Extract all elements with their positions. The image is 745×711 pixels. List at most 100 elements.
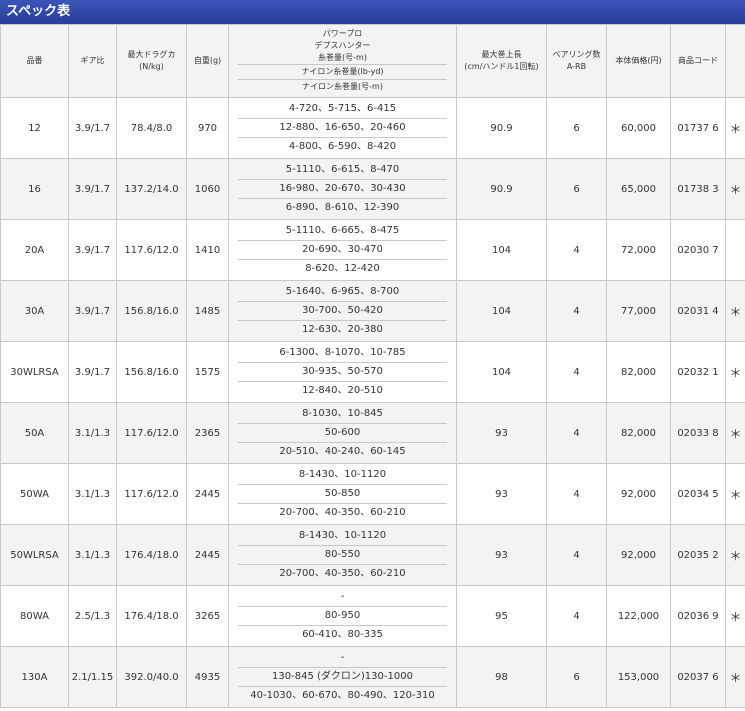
cell-gear: 3.9/1.7 bbox=[68, 158, 117, 220]
cell-bearing: 4 bbox=[546, 402, 607, 464]
line-capacity-value: 130-845 (ダクロン)130-1000 bbox=[238, 668, 447, 687]
line-capacity-value: 20-700、40-350、60-210 bbox=[279, 507, 406, 518]
header-bearing: ベアリング数 A-RB bbox=[546, 24, 607, 98]
spec-table: 品番 ギア比 最大ドラグカ (N/kg) 自重(g) パワープロ デプスハンター… bbox=[0, 24, 745, 708]
cell-code: 01738 3 bbox=[670, 158, 726, 220]
cell-bearing: 4 bbox=[546, 219, 607, 281]
cell-price: 65,000 bbox=[606, 158, 671, 220]
cell-price: 72,000 bbox=[606, 219, 671, 281]
cell-gear: 3.9/1.7 bbox=[68, 97, 117, 159]
cell-code: 02037 6 bbox=[670, 646, 726, 708]
cell-model: 50WLRSA bbox=[0, 524, 69, 586]
cell-drag: 137.2/14.0 bbox=[116, 158, 187, 220]
header-weight: 自重(g) bbox=[186, 24, 229, 98]
cell-drag: 117.6/12.0 bbox=[116, 219, 187, 281]
line-capacity-value: 40-1030、60-670、80-490、120-310 bbox=[250, 690, 435, 701]
header-retrieve: 最大巻上長 (cm/ハンドル1回転) bbox=[456, 24, 547, 98]
cell-weight: 1060 bbox=[186, 158, 229, 220]
cell-retrieve: 98 bbox=[456, 646, 547, 708]
header-code: 商品コード bbox=[670, 24, 726, 98]
cell-code: 02035 2 bbox=[670, 524, 726, 586]
line-capacity-value: 20-690、30-470 bbox=[238, 241, 447, 260]
cell-line-capacity: 5-1110、6-615、8-470 16-980、20-670、30-430 6-… bbox=[228, 158, 457, 220]
cell-price: 77,000 bbox=[606, 280, 671, 342]
cell-price: 122,000 bbox=[606, 585, 671, 647]
header-line-capacity: パワープロ デプスハンター 糸巻量(号-m) ナイロン糸巻量(lb-yd) ナイ… bbox=[228, 24, 457, 98]
cell-weight: 1485 bbox=[186, 280, 229, 342]
cell-code: 02032 1 bbox=[670, 341, 726, 403]
cell-weight: 4935 bbox=[186, 646, 229, 708]
line-capacity-value: 5-1110、6-615、8-470 bbox=[238, 161, 447, 180]
cell-mark: ＊ bbox=[725, 280, 745, 342]
cell-code: 02030 7 bbox=[670, 219, 726, 281]
header-model: 品番 bbox=[0, 24, 69, 98]
cell-retrieve: 104 bbox=[456, 280, 547, 342]
cell-model: 50A bbox=[0, 402, 69, 464]
cell-mark: ＊ bbox=[725, 463, 745, 525]
table-row: 16 3.9/1.7 137.2/14.0 1060 5-1110、6-615、8-47… bbox=[0, 158, 745, 220]
cell-price: 82,000 bbox=[606, 341, 671, 403]
cell-bearing: 4 bbox=[546, 341, 607, 403]
cell-price: 60,000 bbox=[606, 97, 671, 159]
line-capacity-value: - bbox=[238, 588, 447, 607]
cell-retrieve: 104 bbox=[456, 219, 547, 281]
cell-model: 30A bbox=[0, 280, 69, 342]
cell-mark: ＊ bbox=[725, 97, 745, 159]
cell-gear: 3.1/1.3 bbox=[68, 402, 117, 464]
cell-code: 02033 8 bbox=[670, 402, 726, 464]
cell-line-capacity: 8-1430、10-1120 50-850 20-700、40-350、60-210 bbox=[228, 463, 457, 525]
cell-retrieve: 93 bbox=[456, 402, 547, 464]
line-capacity-value: 50-600 bbox=[238, 424, 447, 443]
line-capacity-value: 4-720、5-715、6-415 bbox=[238, 100, 447, 119]
cell-weight: 970 bbox=[186, 97, 229, 159]
cell-weight: 2445 bbox=[186, 463, 229, 525]
cell-bearing: 4 bbox=[546, 585, 607, 647]
cell-drag: 78.4/8.0 bbox=[116, 97, 187, 159]
line-capacity-value: 6-890、8-610、12-390 bbox=[285, 202, 400, 213]
line-capacity-value: 8-1030、10-845 bbox=[238, 405, 447, 424]
line-capacity-value: 16-980、20-670、30-430 bbox=[238, 180, 447, 199]
cell-line-capacity: 6-1300、8-1070、10-785 30-935、50-570 12-840、… bbox=[228, 341, 457, 403]
line-capacity-value: 30-935、50-570 bbox=[238, 363, 447, 382]
cell-mark: ＊ bbox=[725, 524, 745, 586]
cell-model: 12 bbox=[0, 97, 69, 159]
cell-retrieve: 90.9 bbox=[456, 158, 547, 220]
cell-retrieve: 90.9 bbox=[456, 97, 547, 159]
line-capacity-value: 8-1430、10-1120 bbox=[238, 527, 447, 546]
cell-drag: 176.4/18.0 bbox=[116, 524, 187, 586]
header-drag: 最大ドラグカ (N/kg) bbox=[116, 24, 187, 98]
cell-bearing: 4 bbox=[546, 524, 607, 586]
spec-table-title: スペック表 bbox=[0, 0, 745, 24]
header-gear: ギア比 bbox=[68, 24, 117, 98]
cell-drag: 176.4/18.0 bbox=[116, 585, 187, 647]
cell-drag: 392.0/40.0 bbox=[116, 646, 187, 708]
cell-gear: 2.1/1.15 bbox=[68, 646, 117, 708]
cell-line-capacity: 4-720、5-715、6-415 12-880、16-650、20-460 4-8… bbox=[228, 97, 457, 159]
cell-weight: 2445 bbox=[186, 524, 229, 586]
cell-drag: 117.6/12.0 bbox=[116, 463, 187, 525]
line-capacity-value: 4-800、6-590、8-420 bbox=[288, 141, 397, 152]
cell-gear: 3.9/1.7 bbox=[68, 219, 117, 281]
table-row: 50A 3.1/1.3 117.6/12.0 2365 8-1030、10-845 50-… bbox=[0, 402, 745, 464]
cell-gear: 3.1/1.3 bbox=[68, 463, 117, 525]
cell-weight: 1410 bbox=[186, 219, 229, 281]
cell-drag: 156.8/16.0 bbox=[116, 280, 187, 342]
cell-line-capacity: -130-845 (ダクロン)130-1000 40-1030、60-670、80… bbox=[228, 646, 457, 708]
cell-model: 20A bbox=[0, 219, 69, 281]
line-capacity-value: 12-630、20-380 bbox=[302, 324, 383, 335]
cell-bearing: 6 bbox=[546, 158, 607, 220]
table-row: 50WLRSA 3.1/1.3 176.4/18.0 2445 8-1430、10-11… bbox=[0, 524, 745, 586]
cell-bearing: 6 bbox=[546, 97, 607, 159]
cell-mark: ＊ bbox=[725, 341, 745, 403]
cell-price: 92,000 bbox=[606, 524, 671, 586]
cell-code: 02034 5 bbox=[670, 463, 726, 525]
line-capacity-value: 5-1640、6-965、8-700 bbox=[238, 283, 447, 302]
cell-price: 153,000 bbox=[606, 646, 671, 708]
cell-line-capacity: -80-950 60-410、80-335 bbox=[228, 585, 457, 647]
cell-line-capacity: 5-1640、6-965、8-700 30-700、50-420 12-630、20… bbox=[228, 280, 457, 342]
table-row: 130A 2.1/1.15 392.0/40.0 4935-130-845 (ダクロン… bbox=[0, 646, 745, 708]
cell-mark bbox=[725, 219, 745, 281]
cell-model: 130A bbox=[0, 646, 69, 708]
line-capacity-value: 5-1110、6-665、8-475 bbox=[238, 222, 447, 241]
cell-weight: 3265 bbox=[186, 585, 229, 647]
